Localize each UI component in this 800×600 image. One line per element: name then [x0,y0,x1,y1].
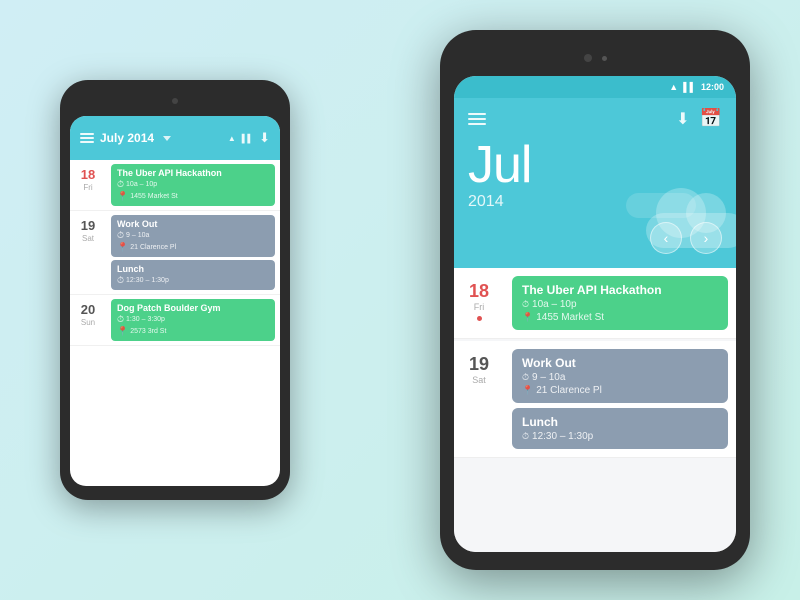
signal-icon: ▌▌ [242,134,253,143]
event-location: 📍 21 Clarence Pl [117,242,269,253]
events-col: Work Out ⏱ 9 – 10a 📍 21 Clarence Pl Lunc… [504,341,736,457]
large-phone-camera-area [454,44,736,72]
next-month-button[interactable]: › [690,222,722,254]
day-number: 18 [74,168,102,181]
clock-icon: ⏱ [117,314,124,325]
small-header-left: July 2014 [80,131,171,145]
event-title: The Uber API Hackathon [117,168,269,178]
event-title: Work Out [522,356,718,370]
large-camera-dot [584,54,592,62]
add-calendar-button[interactable]: 📅 [700,108,722,129]
table-row: 19 Sat Work Out ⏱ 9 – 10a 📍 21 Clarence … [70,211,280,295]
cloud-decoration-2 [626,193,696,218]
event-title: Lunch [117,264,269,274]
day-label-18: 18 Fri [70,160,106,210]
clock-display: 12:00 [701,82,724,92]
small-header-title: July 2014 [100,131,154,145]
small-header: July 2014 ▲ ▌▌ ⬇ [70,116,280,160]
download-button[interactable]: ⬇ [676,109,689,129]
event-time: ⏱ 9 – 10a [117,230,269,241]
table-row: 18 Fri The Uber API Hackathon ⏱ 10a – 10… [70,160,280,211]
event-location: 📍 1455 Market St [522,312,718,323]
small-camera-dot [172,98,178,104]
clock-icon: ⏱ [522,372,529,383]
day-label-19: 19 Sat [70,211,106,294]
list-item[interactable]: Lunch ⏱ 12:30 – 1:30p [111,260,275,290]
download-icon[interactable]: ⬇ [259,130,270,146]
event-location: 📍 21 Clarence Pl [522,385,718,396]
calendar-hero-header: ⬇ 📅 Jul 2014 ‹ › [454,98,736,268]
list-item[interactable]: The Uber API Hackathon ⏱ 10a – 10p 📍 145… [111,164,275,206]
day-name: Sat [74,234,102,243]
small-calendar-content: 18 Fri The Uber API Hackathon ⏱ 10a – 10… [70,160,280,346]
month-name: Jul [468,139,722,191]
day-name: Sun [74,318,102,327]
header-toolbar: ⬇ 📅 [454,98,736,129]
clock-icon: ⏱ [117,179,124,190]
day-number: 19 [469,355,489,373]
list-item[interactable]: Work Out ⏱ 9 – 10a 📍 21 Clarence Pl [111,215,275,257]
table-row: 18 Fri The Uber API Hackathon ⏱ 10a – 10… [454,268,736,339]
pin-icon: 📍 [117,191,128,202]
pin-icon: 📍 [117,242,128,253]
event-title: Lunch [522,415,718,429]
day-label-19: 19 Sat [454,341,504,457]
list-item[interactable]: Work Out ⏱ 9 – 10a 📍 21 Clarence Pl [512,349,728,403]
day-name: Fri [474,302,485,312]
dropdown-arrow-icon[interactable] [163,136,171,141]
large-phone-screen: ▲ ▌▌ 12:00 ⬇ 📅 Jul 2014 [454,76,736,552]
event-title: Work Out [117,219,269,229]
clock-icon: ⏱ [117,275,124,286]
event-title: Dog Patch Boulder Gym [117,303,269,313]
events-col: Work Out ⏱ 9 – 10a 📍 21 Clarence Pl Lunc… [106,211,280,294]
table-row: 19 Sat Work Out ⏱ 9 – 10a 📍 21 Clarence … [454,341,736,458]
clock-icon: ⏱ [522,299,529,310]
day-label-20: 20 Sun [70,295,106,345]
large-phone: ▲ ▌▌ 12:00 ⬇ 📅 Jul 2014 [440,30,750,570]
status-bar: ▲ ▌▌ 12:00 [454,76,736,98]
event-location: 📍 1455 Market St [117,191,269,202]
table-row: 20 Sun Dog Patch Boulder Gym ⏱ 1:30 – 3:… [70,295,280,346]
list-item[interactable]: The Uber API Hackathon ⏱ 10a – 10p 📍 145… [512,276,728,330]
small-phone-screen: July 2014 ▲ ▌▌ ⬇ 18 Fri The Uber API Hac… [70,116,280,486]
calendar-list: 18 Fri The Uber API Hackathon ⏱ 10a – 10… [454,268,736,552]
event-time: ⏱ 10a – 10p [522,299,718,310]
event-time: ⏱ 12:30 – 1:30p [522,431,718,442]
event-time: ⏱ 1:30 – 3:30p [117,314,269,325]
event-time: ⏱ 9 – 10a [522,372,718,383]
header-icons-right: ⬇ 📅 [676,108,722,129]
hamburger-icon[interactable] [80,133,94,143]
day-name: Sat [472,375,486,385]
large-speaker [602,56,607,61]
day-number: 20 [74,303,102,316]
clock-icon: ⏱ [522,431,529,442]
pin-icon: 📍 [522,385,533,396]
events-col: The Uber API Hackathon ⏱ 10a – 10p 📍 145… [106,160,280,210]
small-phone: July 2014 ▲ ▌▌ ⬇ 18 Fri The Uber API Hac… [60,80,290,500]
list-item[interactable]: Dog Patch Boulder Gym ⏱ 1:30 – 3:30p 📍 2… [111,299,275,341]
day-number: 18 [469,282,489,300]
list-item[interactable]: Lunch ⏱ 12:30 – 1:30p [512,408,728,449]
wifi-icon: ▲ [669,82,678,92]
wifi-icon: ▲ [228,134,236,143]
events-col: Dog Patch Boulder Gym ⏱ 1:30 – 3:30p 📍 2… [106,295,280,345]
small-header-right: ▲ ▌▌ ⬇ [228,130,270,146]
event-time: ⏱ 10a – 10p [117,179,269,190]
event-title: The Uber API Hackathon [522,283,718,297]
event-location: 📍 2573 3rd St [117,326,269,337]
events-col: The Uber API Hackathon ⏱ 10a – 10p 📍 145… [504,268,736,338]
day-name: Fri [74,183,102,192]
hamburger-icon[interactable] [468,113,486,125]
day-number: 19 [74,219,102,232]
event-dot [477,316,482,321]
clock-icon: ⏱ [117,230,124,241]
navigation-arrows: ‹ › [650,222,722,254]
event-time: ⏱ 12:30 – 1:30p [117,275,269,286]
pin-icon: 📍 [522,312,533,323]
signal-icon: ▌▌ [683,82,696,92]
pin-icon: 📍 [117,326,128,337]
day-label-18: 18 Fri [454,268,504,338]
prev-month-button[interactable]: ‹ [650,222,682,254]
small-phone-camera-area [70,90,280,112]
